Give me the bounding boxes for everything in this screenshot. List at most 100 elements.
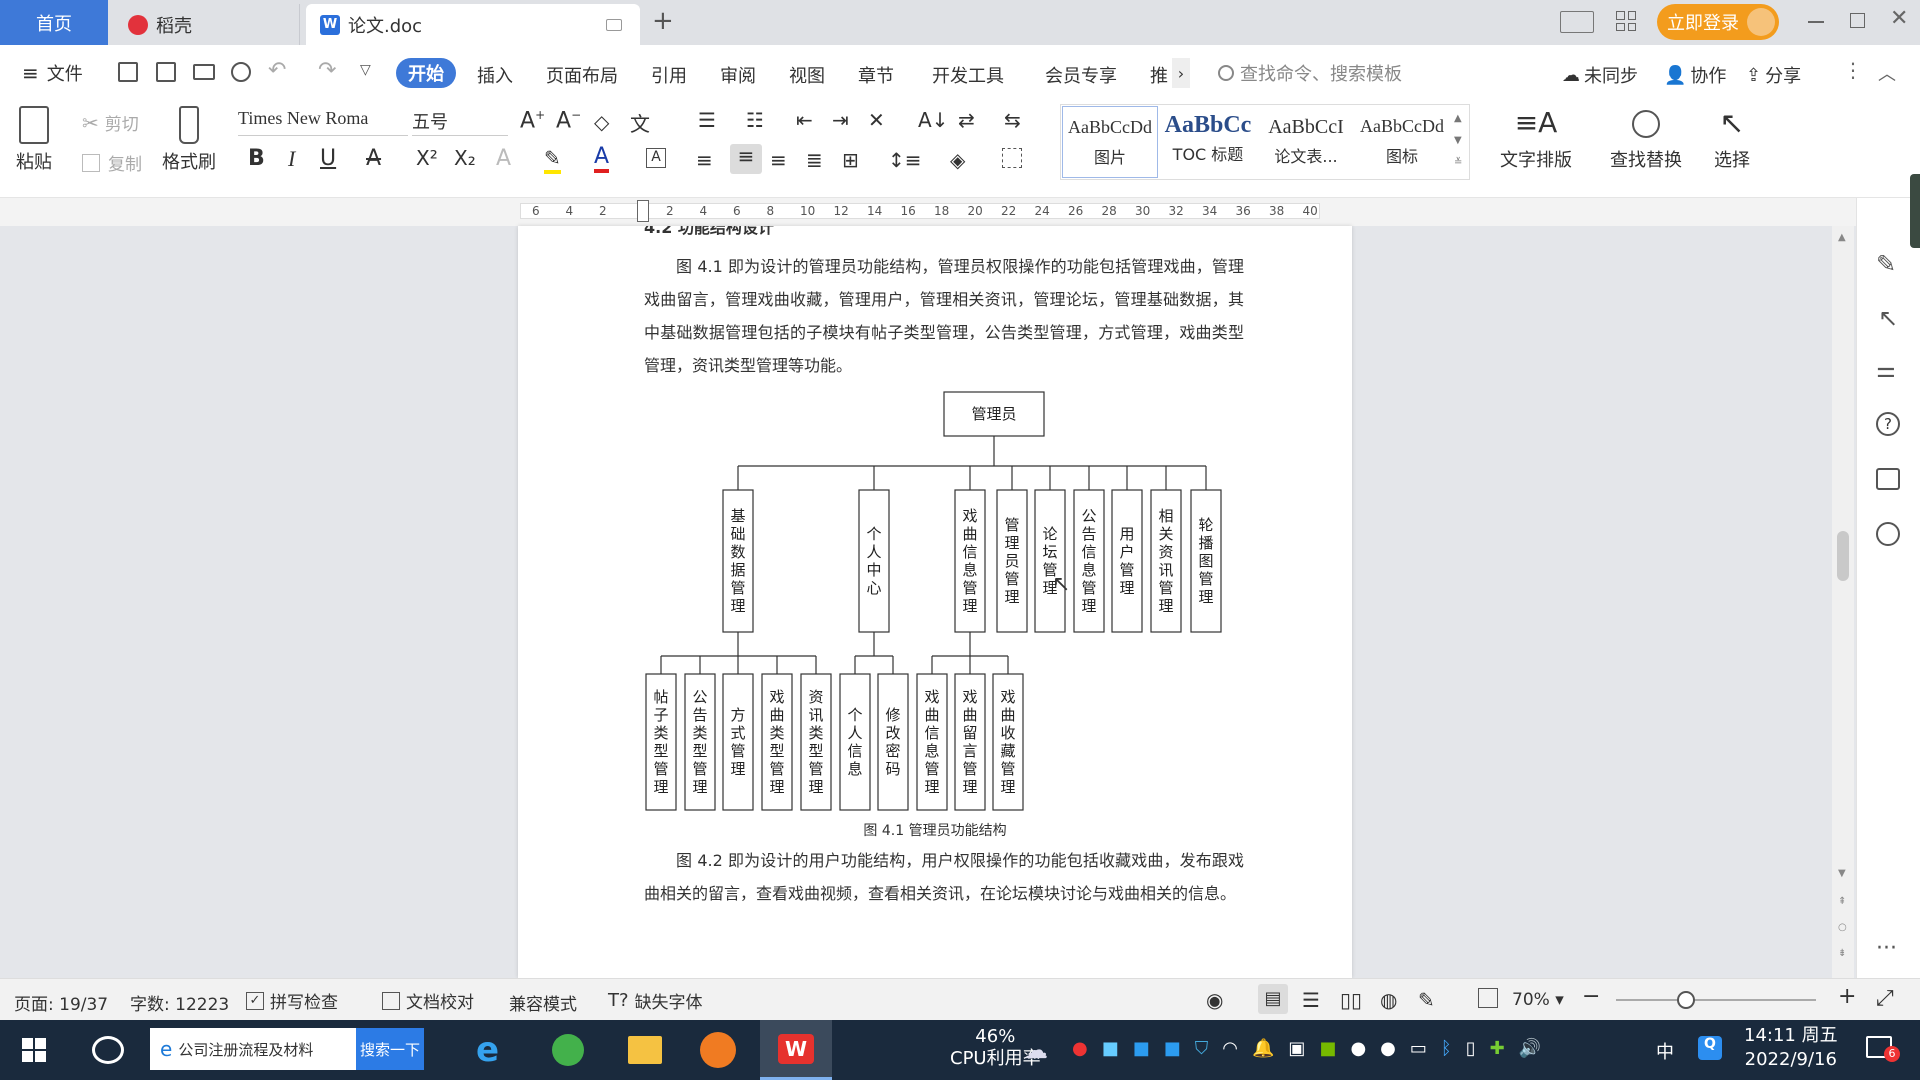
collab-button[interactable]: 👤 协作 xyxy=(1664,62,1726,88)
zoom-out-button[interactable]: − xyxy=(1582,984,1600,1009)
close-button[interactable]: ✕ xyxy=(1890,6,1908,31)
tab-document[interactable]: W 论文.doc xyxy=(306,4,640,45)
increase-indent-icon[interactable]: ⇥ xyxy=(832,108,849,132)
sync-status[interactable]: ☁ 未同步 xyxy=(1562,62,1638,88)
volume-icon[interactable]: 🔊 xyxy=(1519,1038,1541,1059)
scroll-thumb[interactable] xyxy=(1837,531,1849,581)
clock[interactable]: 14:11 周五 2022/9/16 xyxy=(1744,1024,1838,1072)
file-explorer-icon[interactable] xyxy=(628,1036,662,1064)
web-view-icon[interactable]: ◍ xyxy=(1380,988,1397,1012)
next-page-icon[interactable]: ⇟ xyxy=(1838,948,1846,959)
menu-tab-developer[interactable]: 开发工具 xyxy=(932,62,1004,88)
italic-button[interactable]: I xyxy=(288,146,295,172)
window-mode-icon[interactable] xyxy=(606,18,622,31)
eye-protection-icon[interactable]: ◉ xyxy=(1206,988,1223,1012)
menu-tab-start[interactable]: 开始 xyxy=(396,58,456,88)
show-marks-icon[interactable]: ⇆ xyxy=(1004,108,1021,132)
minimize-button[interactable] xyxy=(1808,21,1824,23)
reading-mode-icon[interactable] xyxy=(1560,11,1594,33)
zoom-in-button[interactable]: + xyxy=(1838,984,1856,1009)
paste-button[interactable]: 粘贴 xyxy=(16,106,52,174)
nvidia-icon[interactable]: ■ xyxy=(1319,1038,1336,1059)
justify-icon[interactable]: ≣ xyxy=(806,148,823,172)
zoom-slider-thumb[interactable] xyxy=(1677,991,1695,1009)
tab-home[interactable]: 首页 xyxy=(0,0,108,45)
more-options-icon[interactable]: ⋮ xyxy=(1843,58,1863,82)
browser-360-icon[interactable] xyxy=(552,1034,584,1066)
app-mask-icon[interactable] xyxy=(700,1032,736,1068)
pen-icon[interactable]: ✎ xyxy=(1876,250,1896,278)
phonetic-guide-icon[interactable]: 文 xyxy=(630,108,650,137)
missing-font-button[interactable]: T? 缺失字体 xyxy=(608,988,703,1013)
print-icon[interactable] xyxy=(193,64,215,80)
style-item-icon[interactable]: AaBbCcDd 图标 xyxy=(1354,106,1450,178)
grow-font-icon[interactable]: A+ xyxy=(520,108,545,133)
battery-icon[interactable]: ▭ xyxy=(1410,1038,1427,1059)
zoom-level[interactable]: 70% ▾ xyxy=(1512,990,1564,1010)
style-item-table[interactable]: AaBbCcI 论文表... xyxy=(1258,106,1354,178)
distributed-icon[interactable]: ⊞ xyxy=(842,148,859,172)
taskbar-search-button[interactable]: 搜索一下 xyxy=(356,1028,424,1070)
shrink-font-icon[interactable]: A− xyxy=(556,108,581,133)
ie-browser-icon[interactable]: e xyxy=(476,1030,499,1070)
qq-tray-icon[interactable]: Q xyxy=(1698,1036,1722,1060)
font-color-icon[interactable]: A xyxy=(594,144,610,173)
bell-icon[interactable]: 🔔 xyxy=(1252,1038,1274,1059)
wifi-icon[interactable]: ◠ xyxy=(1222,1038,1238,1059)
style-item-toc[interactable]: AaBbCc TOC 标题 xyxy=(1160,106,1256,178)
subscript-icon[interactable]: X₂ xyxy=(454,146,476,170)
shield-check-icon[interactable] xyxy=(1876,522,1900,546)
decrease-indent-icon[interactable]: ⇤ xyxy=(796,108,813,132)
share-button[interactable]: ⇪ 分享 xyxy=(1746,62,1801,88)
superscript-icon[interactable]: X² xyxy=(416,146,438,170)
undo-icon[interactable]: ↶ xyxy=(268,58,286,83)
quick-access-dropdown-icon[interactable]: ▽ xyxy=(360,62,371,78)
adjust-icon[interactable]: ⚌ xyxy=(1876,358,1896,383)
menu-tab-insert[interactable]: 插入 xyxy=(477,62,513,88)
zoom-slider[interactable] xyxy=(1616,991,1816,1009)
bluetooth-icon[interactable]: ᛒ xyxy=(1441,1038,1452,1059)
sort-icon[interactable]: ⇄ xyxy=(958,108,975,132)
penguin-icon[interactable]: ● xyxy=(1380,1038,1396,1059)
align-left-icon[interactable]: ≡ xyxy=(696,148,713,172)
menu-scroll-right[interactable]: › xyxy=(1172,58,1190,88)
ruler[interactable]: 6 4 2 2 4 6 8 10 12 14 16 18 20 22 24 26 28 30 32 34 36 38 40 xyxy=(0,198,1920,226)
text-layout-button[interactable]: ≡A 文字排版 xyxy=(1500,106,1572,172)
highlight-icon[interactable]: ✎ xyxy=(544,146,561,174)
file-menu[interactable]: ≡ 文件 xyxy=(22,60,83,86)
cut-button[interactable]: ✂ 剪切 xyxy=(82,110,139,136)
align-center-icon[interactable]: ≡ xyxy=(730,144,762,174)
fullscreen-icon[interactable]: ⤢ xyxy=(1876,986,1894,1011)
vertical-scrollbar[interactable]: ▲ ▼ ⇞ ○ ⇟ xyxy=(1832,226,1854,978)
style-item-picture[interactable]: AaBbCcDd 图片 xyxy=(1062,106,1158,178)
char-border-icon[interactable]: A xyxy=(646,148,666,168)
write-view-icon[interactable]: ✎ xyxy=(1418,988,1435,1012)
text-direction-icon[interactable]: A↓ xyxy=(918,108,948,132)
find-replace-button[interactable]: 查找替换 xyxy=(1610,106,1682,172)
select-button[interactable]: ↖ 选择 xyxy=(1714,106,1750,172)
fit-page-icon[interactable] xyxy=(1478,988,1498,1008)
proofread-button[interactable]: 文档校对 xyxy=(382,988,474,1013)
document-tools-icon[interactable] xyxy=(1876,468,1900,490)
bullets-icon[interactable]: ☰ xyxy=(698,108,716,132)
usb-icon[interactable]: ▯ xyxy=(1466,1038,1476,1059)
new-tab-button[interactable]: + xyxy=(652,6,674,36)
spell-check-button[interactable]: ✓ 拼写检查 xyxy=(246,988,338,1013)
menu-tab-chapter[interactable]: 章节 xyxy=(858,62,894,88)
prev-page-icon[interactable]: ⇞ xyxy=(1838,896,1846,907)
tray-plus-icon[interactable]: ✚ xyxy=(1490,1038,1505,1059)
redo-icon[interactable]: ↷ xyxy=(318,58,336,83)
login-button[interactable]: 立即登录 xyxy=(1657,4,1779,40)
print-preview-icon[interactable] xyxy=(231,62,251,82)
select-browse-icon[interactable]: ○ xyxy=(1838,922,1847,933)
chinese-layout-icon[interactable]: ✕ xyxy=(868,108,885,132)
clear-format-icon[interactable]: ◇ xyxy=(594,110,609,134)
underline-button[interactable]: U xyxy=(320,146,336,171)
penguin-icon[interactable]: ● xyxy=(1350,1038,1366,1059)
shading-icon[interactable]: ◈ xyxy=(950,148,965,172)
tray-app-icon[interactable]: ■ xyxy=(1133,1038,1150,1059)
restore-button[interactable] xyxy=(1850,13,1865,28)
help-icon[interactable]: ? xyxy=(1876,412,1900,436)
align-right-icon[interactable]: ≡ xyxy=(770,148,787,172)
format-painter-button[interactable]: 格式刷 xyxy=(162,106,216,174)
